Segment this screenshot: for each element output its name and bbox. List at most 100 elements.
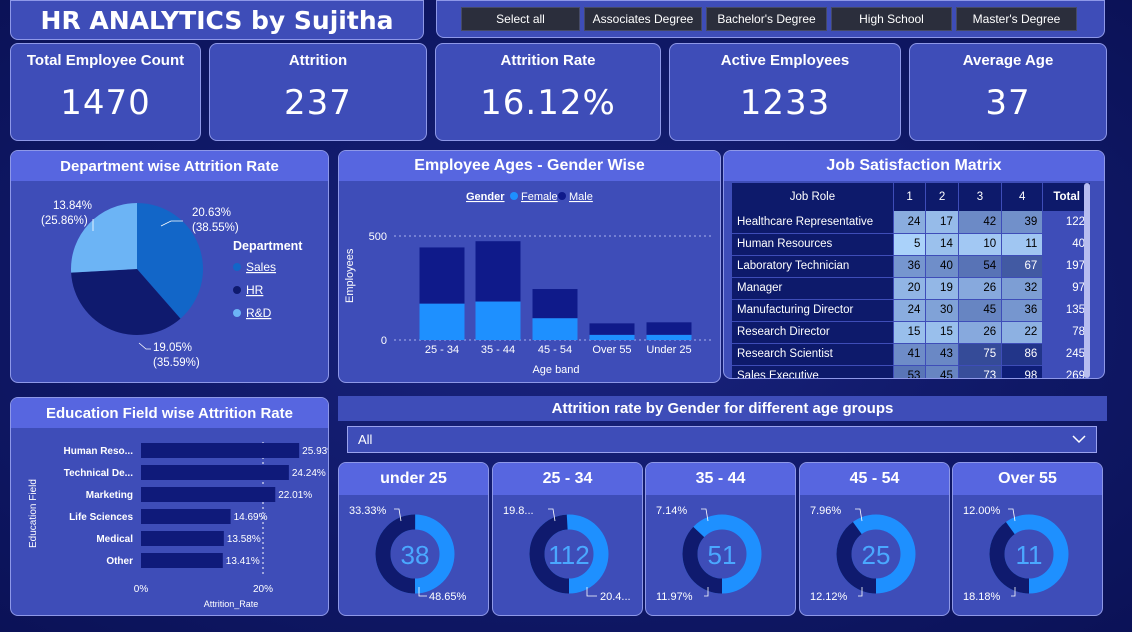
donut-svg: 25 7.96% 12.12% bbox=[810, 505, 916, 603]
education-bar[interactable] bbox=[141, 531, 224, 546]
x-tick-label: Under 25 bbox=[646, 344, 691, 356]
donut-label-bottom: 20.4... bbox=[600, 591, 631, 603]
category-label: Medical bbox=[96, 534, 133, 545]
age-group-dropdown[interactable]: All bbox=[347, 426, 1097, 453]
bar-female[interactable] bbox=[589, 334, 635, 340]
slicer-select-all[interactable]: Select all bbox=[461, 7, 580, 31]
matrix-table: Job Role 1 2 3 4 Total Healthcare Repres… bbox=[732, 183, 1091, 378]
matrix-row[interactable]: Manufacturing Director 24 30 45 36 135 bbox=[732, 299, 1091, 322]
matrix-col-header[interactable]: 1 bbox=[893, 183, 927, 211]
matrix-value-cell: 26 bbox=[958, 277, 1003, 300]
legend-item-male[interactable]: Male bbox=[569, 191, 593, 203]
chart-title: Education Field wise Attrition Rate bbox=[11, 398, 328, 428]
gender-donut-card: 25 - 34 112 19.8... 20.4... bbox=[492, 462, 643, 616]
bar-female[interactable] bbox=[532, 318, 578, 340]
dashboard-title-text: HR ANALYTICS by Sujitha bbox=[40, 5, 394, 35]
y-tick-label: 0 bbox=[381, 335, 387, 347]
matrix-col-header[interactable]: 3 bbox=[958, 183, 1003, 211]
kpi-attrition: Attrition 237 bbox=[209, 43, 427, 141]
bar-male[interactable] bbox=[419, 247, 465, 304]
matrix-value-cell: 36 bbox=[893, 255, 927, 278]
category-label: Human Reso... bbox=[64, 446, 134, 457]
matrix-row[interactable]: Sales Executive 53 45 73 98 269 bbox=[732, 365, 1091, 378]
slicer-masters-degree[interactable]: Master's Degree bbox=[956, 7, 1077, 31]
education-bar[interactable] bbox=[141, 487, 276, 502]
matrix-col-header[interactable]: Job Role bbox=[732, 183, 894, 211]
kpi-label: Total Employee Count bbox=[26, 52, 185, 69]
pie-label-hr-value: 19.05% bbox=[153, 342, 192, 354]
matrix-value-cell: 45 bbox=[925, 365, 959, 378]
x-tick-label: 0% bbox=[134, 584, 149, 595]
matrix-row[interactable]: Laboratory Technician 36 40 54 67 197 bbox=[732, 255, 1091, 278]
matrix-role-cell: Manager bbox=[732, 277, 894, 300]
matrix-value-cell: 24 bbox=[893, 211, 927, 234]
bar-female[interactable] bbox=[646, 334, 692, 340]
legend-item-rnd[interactable]: R&D bbox=[246, 306, 272, 320]
x-tick-label: 45 - 54 bbox=[538, 344, 572, 356]
y-axis-label: Education Field bbox=[28, 479, 39, 548]
legend-item-hr[interactable]: HR bbox=[246, 283, 264, 297]
employee-ages-chart: Employee Ages - Gender Wise Gender Femal… bbox=[338, 150, 721, 383]
bar-value-label: 25.93% bbox=[302, 446, 329, 457]
education-bar[interactable] bbox=[141, 443, 300, 458]
donut-center-value: 38 bbox=[401, 540, 430, 570]
matrix-row[interactable]: Manager 20 19 26 32 97 bbox=[732, 277, 1091, 300]
matrix-col-header[interactable]: 2 bbox=[925, 183, 959, 211]
legend-dot-rnd bbox=[233, 309, 241, 317]
matrix-role-cell: Research Director bbox=[732, 321, 894, 344]
matrix-value-cell: 39 bbox=[1001, 211, 1044, 234]
gender-donut-card: 35 - 44 51 7.14% 11.97% bbox=[645, 462, 796, 616]
pie-slice-rnd[interactable] bbox=[71, 203, 137, 273]
bar-value-label: 24.24% bbox=[292, 468, 326, 479]
matrix-row[interactable]: Research Director 15 15 26 22 78 bbox=[732, 321, 1091, 344]
department-pie-svg: 20.63% (38.55%) 19.05% (35.59%) 13.84% (… bbox=[41, 200, 303, 369]
bar-male[interactable] bbox=[589, 323, 635, 335]
legend-dot-hr bbox=[233, 286, 241, 294]
matrix-value-cell: 41 bbox=[893, 343, 927, 366]
matrix-value-cell: 36 bbox=[1001, 299, 1044, 322]
matrix-role-cell: Healthcare Representative bbox=[732, 211, 894, 234]
bar-male[interactable] bbox=[646, 322, 692, 335]
bar-female[interactable] bbox=[419, 303, 465, 340]
matrix-role-cell: Laboratory Technician bbox=[732, 255, 894, 278]
kpi-value: 37 bbox=[985, 83, 1031, 123]
bar-female[interactable] bbox=[475, 301, 521, 340]
legend-item-sales[interactable]: Sales bbox=[246, 260, 276, 274]
matrix-scrollbar[interactable] bbox=[1084, 183, 1090, 378]
slicer-high-school[interactable]: High School bbox=[831, 7, 952, 31]
kpi-average-age: Average Age 37 bbox=[909, 43, 1107, 141]
bar-male[interactable] bbox=[475, 241, 521, 302]
bar-male[interactable] bbox=[532, 289, 578, 319]
matrix-col-header[interactable]: 4 bbox=[1001, 183, 1044, 211]
slicer-associates-degree[interactable]: Associates Degree bbox=[584, 7, 702, 31]
matrix-value-cell: 43 bbox=[925, 343, 959, 366]
legend-dot-male bbox=[558, 192, 566, 200]
legend-item-female[interactable]: Female bbox=[521, 191, 558, 203]
kpi-label: Attrition Rate bbox=[500, 52, 596, 69]
matrix-role-cell: Human Resources bbox=[732, 233, 894, 256]
matrix-value-cell: 14 bbox=[925, 233, 959, 256]
leader-line bbox=[138, 342, 151, 350]
x-tick-label: 20% bbox=[253, 584, 273, 595]
education-bars-group: Human Reso... 25.93% Technical De... 24.24%… bbox=[64, 443, 329, 568]
matrix-row[interactable]: Research Scientist 41 43 75 86 245 bbox=[732, 343, 1091, 366]
y-axis-label: Employees bbox=[344, 248, 356, 303]
kpi-total-employee-count: Total Employee Count 1470 bbox=[10, 43, 201, 141]
bar-value-label: 13.41% bbox=[226, 556, 260, 567]
donut-center-value: 11 bbox=[1016, 540, 1043, 570]
x-tick-label: 25 - 34 bbox=[425, 344, 459, 356]
matrix-value-cell: 54 bbox=[958, 255, 1003, 278]
donut-center-value: 51 bbox=[708, 540, 737, 570]
education-bar[interactable] bbox=[141, 509, 231, 524]
education-field-attrition-chart: Education Field wise Attrition Rate Educ… bbox=[10, 397, 329, 616]
education-bar[interactable] bbox=[141, 553, 223, 568]
slicer-bachelors-degree[interactable]: Bachelor's Degree bbox=[706, 7, 827, 31]
matrix-row[interactable]: Human Resources 5 14 10 11 40 bbox=[732, 233, 1091, 256]
education-bar[interactable] bbox=[141, 465, 289, 480]
donut-title: under 25 bbox=[339, 463, 488, 495]
matrix-row[interactable]: Healthcare Representative 24 17 42 39 122 bbox=[732, 211, 1091, 234]
chevron-down-icon bbox=[1072, 432, 1086, 447]
matrix-value-cell: 98 bbox=[1001, 365, 1044, 378]
matrix-value-cell: 22 bbox=[1001, 321, 1044, 344]
matrix-value-cell: 42 bbox=[958, 211, 1003, 234]
